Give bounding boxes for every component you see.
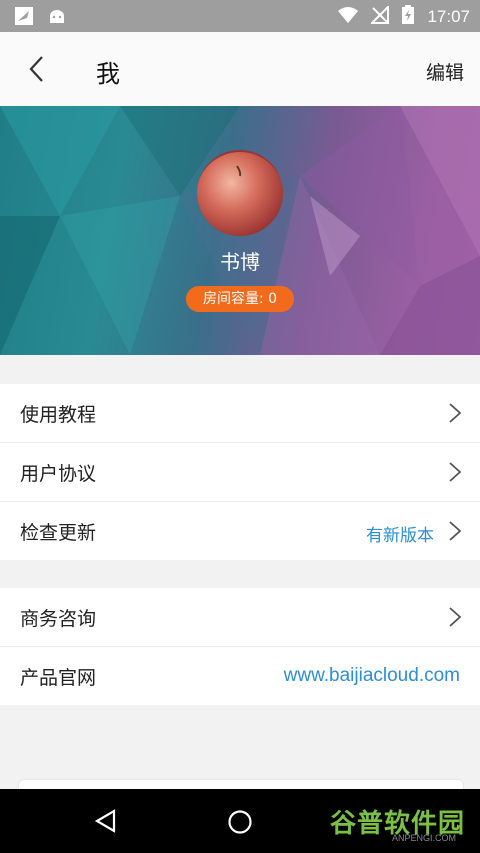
- menu-item-label: 检查更新: [20, 522, 97, 544]
- menu-item-official-site[interactable]: 产品官网 www.baijiacloud.com: [0, 647, 480, 705]
- system-nav-bar: 谷普软件园 ANPENGI.COM: [0, 789, 480, 853]
- battery-charging-icon: [401, 5, 415, 29]
- edit-button[interactable]: 编辑: [426, 58, 464, 85]
- top-app-bar: 我 编辑: [0, 32, 480, 106]
- chevron-left-icon: [29, 56, 43, 82]
- menu-item-label: 产品官网: [20, 667, 97, 689]
- menu-item-business-inquiry[interactable]: 商务咨询: [0, 588, 480, 647]
- menu-item-label: 用户协议: [20, 463, 97, 485]
- nav-back-button[interactable]: [94, 809, 118, 837]
- menu-item-check-update[interactable]: 检查更新 有新版本: [0, 502, 480, 560]
- official-site-link[interactable]: www.baijiacloud.com: [284, 665, 460, 687]
- profile-banner: 书博 房间容量: 0: [0, 106, 480, 355]
- android-icon: [48, 7, 66, 29]
- nav-home-button[interactable]: [227, 809, 253, 839]
- username: 书博: [220, 250, 260, 274]
- app-notification-icon: [14, 6, 34, 30]
- chevron-right-icon: [449, 403, 462, 423]
- wifi-icon: [337, 6, 359, 28]
- status-time: 17:07: [427, 7, 470, 26]
- page-title: 我: [96, 60, 120, 88]
- menu-item-user-agreement[interactable]: 用户协议: [0, 443, 480, 502]
- settings-group-2: 商务咨询 产品官网 www.baijiacloud.com: [0, 588, 480, 705]
- chevron-right-icon: [449, 607, 462, 627]
- settings-group-1: 使用教程 用户协议 检查更新 有新版本: [0, 384, 480, 560]
- triangle-back-icon: [94, 809, 116, 833]
- back-button[interactable]: [22, 54, 52, 84]
- menu-item-label: 商务咨询: [20, 608, 97, 630]
- menu-item-label: 使用教程: [20, 404, 97, 426]
- menu-item-tutorial[interactable]: 使用教程: [0, 384, 480, 443]
- room-capacity-badge: 房间容量: 0: [186, 286, 294, 312]
- status-bar: 17:07: [0, 0, 480, 32]
- chevron-right-icon: [449, 521, 462, 541]
- chevron-right-icon: [449, 462, 462, 482]
- update-status: 有新版本: [366, 526, 434, 546]
- apple-avatar-image: [197, 150, 283, 236]
- no-signal-icon: [370, 4, 390, 28]
- avatar[interactable]: [197, 150, 283, 236]
- circle-home-icon: [228, 810, 252, 834]
- watermark-subtext: ANPENGI.COM: [392, 833, 457, 843]
